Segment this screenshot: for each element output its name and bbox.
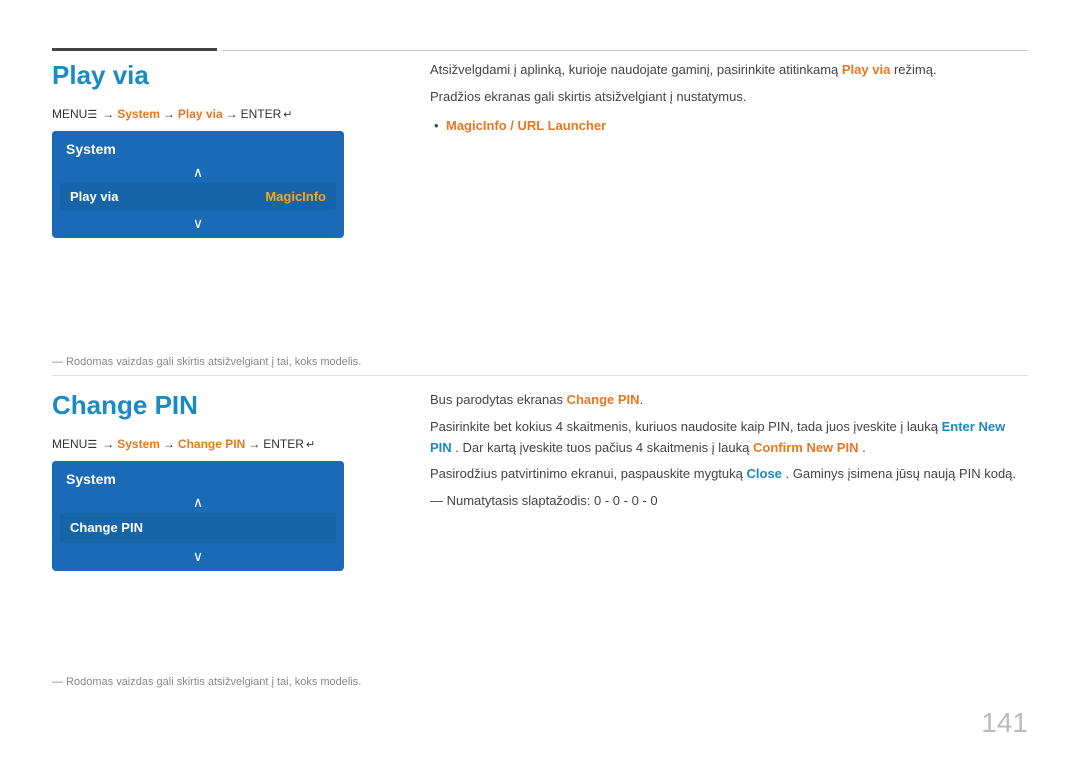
desc-line3-before: Pasirodžius patvirtinimo ekranui, paspau… — [430, 466, 743, 481]
play-via-note: — Rodomas vaizdas gali skirtis atsižvelg… — [52, 352, 361, 370]
top-line-right — [222, 50, 1028, 51]
default-pin: — Numatytasis slaptažodis: 0 - 0 - 0 - 0 — [430, 493, 658, 508]
change-pin-box-header: System — [52, 461, 344, 493]
system-box-header: System — [52, 131, 344, 163]
desc-line2-middle: . Dar kartą įveskite tuos pačius 4 skait… — [455, 440, 749, 455]
play-via-list: MagicInfo / URL Launcher — [430, 116, 1028, 137]
change-pin-desc-3: Pasirodžius patvirtinimo ekranui, paspau… — [430, 464, 1028, 485]
chevron-down-icon: ∨ — [193, 216, 203, 230]
arrow3: → — [226, 107, 238, 121]
play-via-item-label: Play via — [70, 189, 118, 204]
chevron-up-icon-2: ∧ — [193, 495, 203, 509]
confirm-new-pin-inline: Confirm New PIN — [753, 440, 858, 455]
section-divider — [52, 375, 1028, 376]
change-pin-description: Bus parodytas ekranas Change PIN. Pasiri… — [430, 390, 1028, 518]
chevron-up-2: ∧ — [52, 493, 344, 511]
top-line-left — [52, 48, 217, 51]
play-via-description: Atsižvelgdami į aplinką, kurioje naudoja… — [430, 60, 1028, 136]
chevron-down-2: ∨ — [52, 545, 344, 571]
change-pin-inline: Change PIN — [567, 392, 640, 407]
change-pin-desc-1: Bus parodytas ekranas Change PIN. — [430, 390, 1028, 411]
enter-icon-2: ↵ — [306, 438, 315, 451]
play-via-desc-2: Pradžios ekranas gali skirtis atsižvelgi… — [430, 87, 1028, 108]
play-via-list-item: MagicInfo / URL Launcher — [446, 116, 1028, 137]
play-via-desc-1: Atsižvelgdami į aplinką, kurioje naudoja… — [430, 60, 1028, 81]
arrow5: → — [163, 437, 175, 451]
play-via-inline: Play via — [842, 62, 890, 77]
play-via-note-text: — Rodomas vaizdas gali skirtis atsižvelg… — [52, 356, 361, 368]
chevron-down-icon-2: ∨ — [193, 549, 203, 563]
change-pin-default: — Numatytasis slaptažodis: 0 - 0 - 0 - 0 — [430, 491, 1028, 512]
arrow6: → — [248, 437, 260, 451]
change-pin-label: Change PIN — [178, 437, 245, 451]
desc-line1-start: Atsižvelgdami į aplinką, kurioje naudoja… — [430, 62, 838, 77]
play-via-item-value: MagicInfo — [265, 189, 326, 204]
change-pin-item-label: Change PIN — [70, 520, 143, 535]
period-1: . — [640, 392, 644, 407]
arrow1: → — [102, 107, 114, 121]
chevron-down: ∨ — [52, 212, 344, 238]
play-via-system-box: System ∧ Play via MagicInfo ∨ — [52, 131, 344, 238]
arrow4: → — [102, 437, 114, 451]
change-pin-note-text: — Rodomas vaizdas gali skirtis atsižvelg… — [52, 676, 361, 688]
menu-label: MENU — [52, 107, 87, 121]
close-inline: Close — [747, 466, 782, 481]
desc-line1-end: režimą. — [894, 62, 937, 77]
chevron-up: ∧ — [52, 163, 344, 181]
change-pin-system-box: System ∧ Change PIN ∨ — [52, 461, 344, 571]
system-label-2: System — [117, 437, 160, 451]
desc-line2-before: Pasirinkite bet kokius 4 skaitmenis, kur… — [430, 419, 938, 434]
menu-label-2: MENU — [52, 437, 87, 451]
change-pin-desc-before: Bus parodytas ekranas — [430, 392, 563, 407]
page-number: 141 — [981, 707, 1028, 739]
menu-icon-2: ☰ — [87, 438, 97, 451]
desc-line3-end: . Gaminys įsimena jūsų naują PIN kodą. — [786, 466, 1017, 481]
enter-icon: ↵ — [283, 108, 292, 121]
change-pin-menu-item: Change PIN — [60, 513, 336, 543]
chevron-up-icon: ∧ — [193, 165, 203, 179]
magic-info-url: MagicInfo / URL Launcher — [446, 118, 606, 133]
play-via-menu-item: Play via MagicInfo — [60, 183, 336, 210]
enter-label-2: ENTER — [263, 437, 304, 451]
desc-line2-end: . — [862, 440, 866, 455]
system-label: System — [117, 107, 160, 121]
change-pin-desc-2: Pasirinkite bet kokius 4 skaitmenis, kur… — [430, 417, 1028, 459]
play-via-label: Play via — [178, 107, 223, 121]
arrow2: → — [163, 107, 175, 121]
change-pin-note: — Rodomas vaizdas gali skirtis atsižvelg… — [52, 672, 361, 690]
page-container: Play via MENU ☰ → System → Play via → EN… — [0, 0, 1080, 763]
enter-label: ENTER — [241, 107, 282, 121]
menu-icon: ☰ — [87, 108, 97, 121]
